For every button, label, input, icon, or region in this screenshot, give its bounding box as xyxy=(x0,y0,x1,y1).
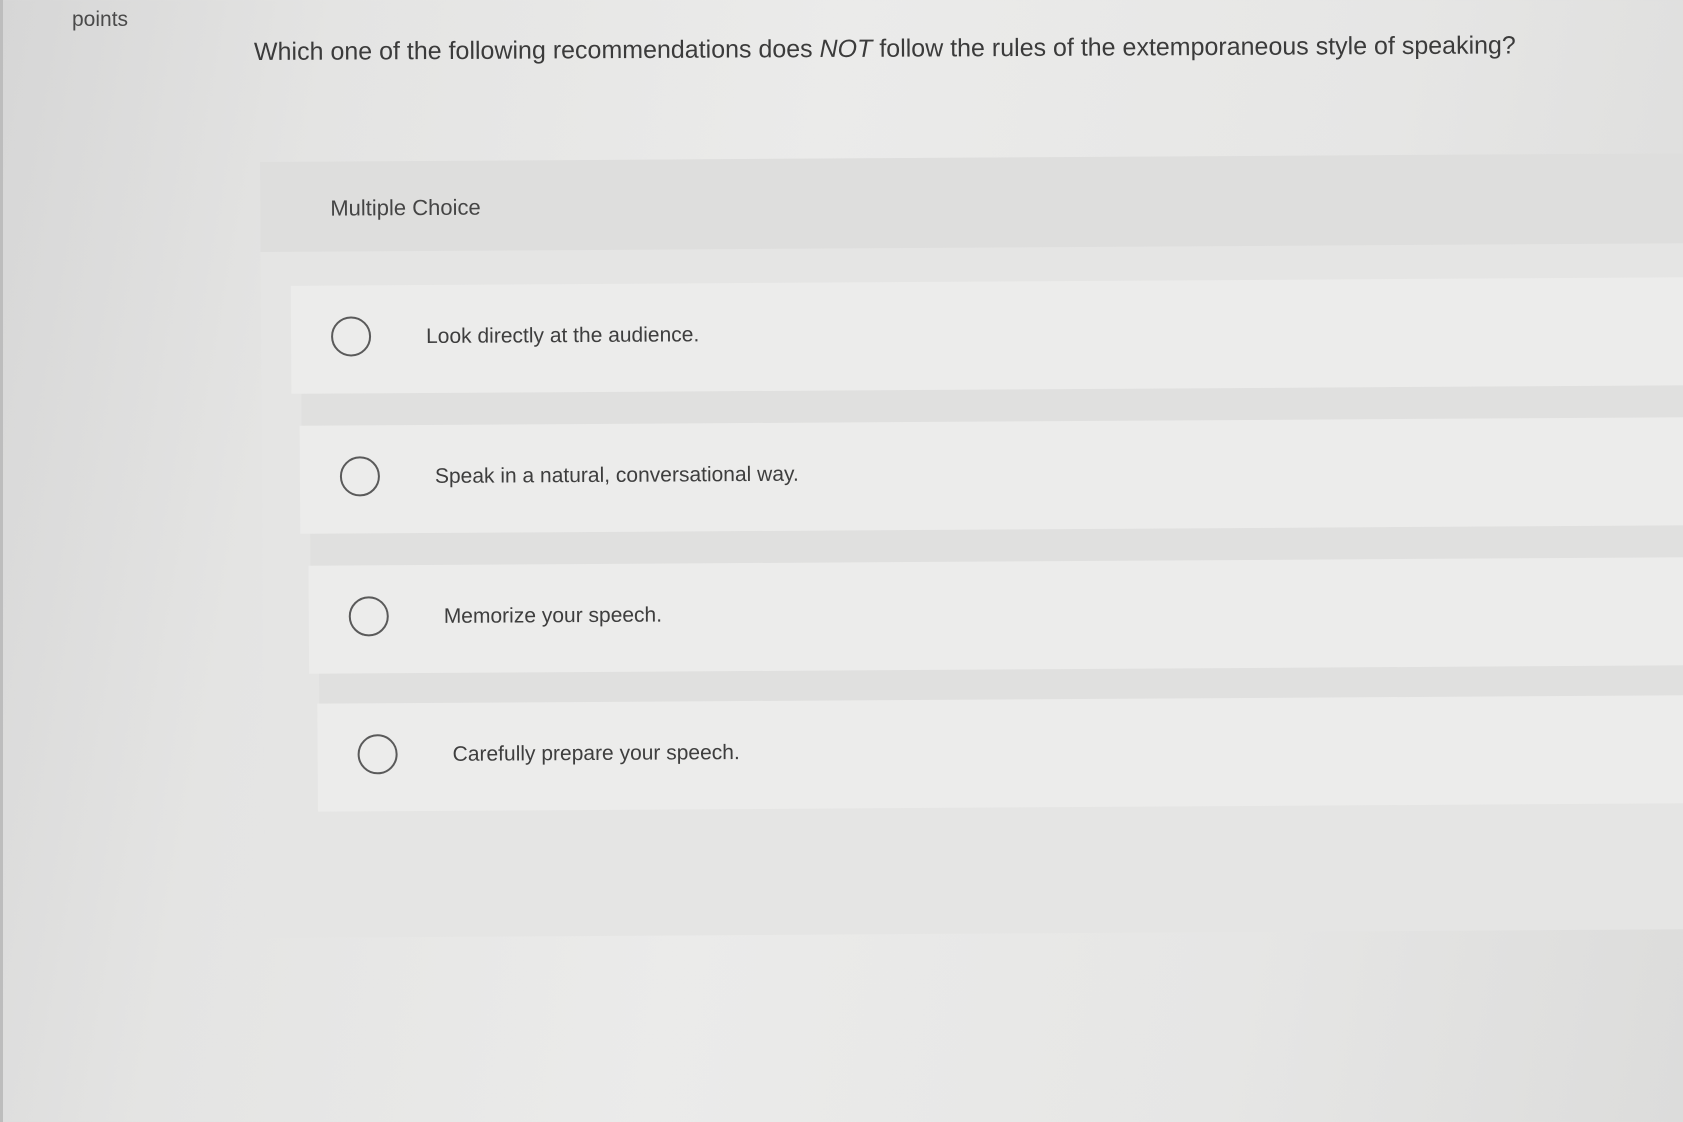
question-text: Which one of the following recommendatio… xyxy=(254,31,1516,67)
points-label: points xyxy=(72,8,129,31)
question-suffix: follow the rules of the extemporaneous s… xyxy=(872,31,1516,63)
choice-option-1[interactable]: Look directly at the audience. xyxy=(290,277,1683,394)
radio-button[interactable] xyxy=(357,734,398,775)
choice-option-2[interactable]: Speak in a natural, conversational way. xyxy=(299,417,1683,534)
multiple-choice-title: Multiple Choice xyxy=(330,194,481,221)
multiple-choice-header: Multiple Choice xyxy=(260,153,1683,252)
radio-button[interactable] xyxy=(339,456,381,497)
question-prefix: Which one of the following recommendatio… xyxy=(253,35,820,66)
choice-option-3[interactable]: Memorize your speech. xyxy=(308,557,1683,674)
choice-label[interactable]: Speak in a natural, conversational way. xyxy=(435,463,799,489)
choice-label[interactable]: Carefully prepare your speech. xyxy=(453,741,740,767)
radio-button[interactable] xyxy=(348,596,389,637)
multiple-choice-panel: Multiple Choice Look directly at the aud… xyxy=(260,153,1683,938)
choice-label[interactable]: Look directly at the audience. xyxy=(426,323,699,349)
page-left-border xyxy=(0,0,3,1122)
choice-option-4[interactable]: Carefully prepare your speech. xyxy=(317,695,1683,812)
question-emphasis: NOT xyxy=(819,34,873,64)
radio-button[interactable] xyxy=(330,316,372,357)
choice-label[interactable]: Memorize your speech. xyxy=(444,604,662,629)
